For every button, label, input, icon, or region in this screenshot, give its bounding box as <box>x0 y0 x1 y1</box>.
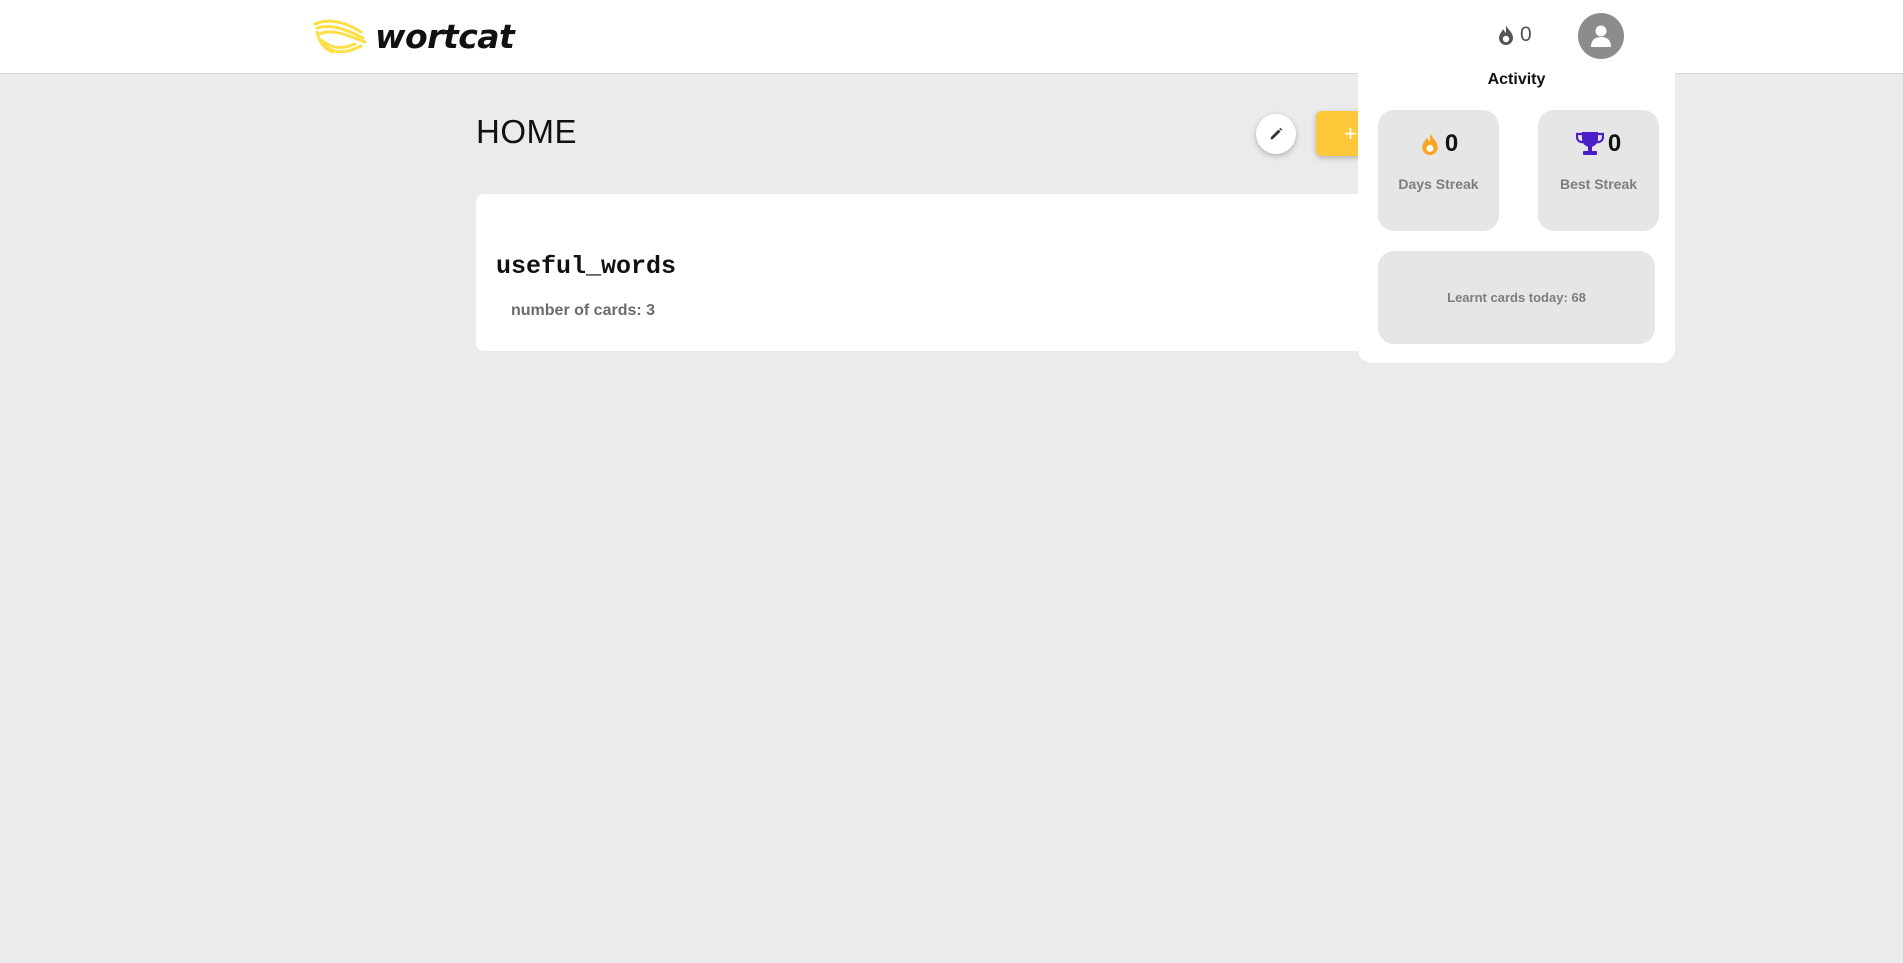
logo-scribble-icon <box>313 19 367 54</box>
streak-count: 0 <box>1520 23 1532 46</box>
days-streak-card: 0 Days Streak <box>1378 110 1499 231</box>
pencil-icon <box>1270 127 1283 140</box>
fire-icon <box>1422 133 1438 155</box>
activity-dropdown: Activity 0 Days Streak 0 Best Streak Lea… <box>1358 64 1675 363</box>
top-navbar: wortcat 0 <box>0 0 1903 74</box>
activity-title: Activity <box>1487 71 1546 88</box>
best-streak-value: 0 <box>1607 130 1622 157</box>
learnt-today-text: Learnt cards today: 68 <box>1447 290 1586 305</box>
best-streak-label: Best Streak <box>1559 176 1638 192</box>
learnt-today-card: Learnt cards today: 68 <box>1378 251 1655 344</box>
days-streak-value: 0 <box>1444 130 1459 157</box>
user-icon <box>1591 25 1611 47</box>
deck-card-count: number of cards: 3 <box>511 302 656 319</box>
fire-icon <box>1499 25 1513 45</box>
page-title: HOME <box>476 113 577 150</box>
logo-text: wortcat <box>375 16 515 56</box>
logo[interactable]: wortcat <box>311 14 515 58</box>
streak-indicator[interactable]: 0 <box>1496 22 1532 48</box>
deck-card[interactable]: useful_words number of cards: 3 <box>476 194 1470 351</box>
user-avatar-button[interactable] <box>1578 13 1624 59</box>
edit-button[interactable] <box>1256 114 1296 154</box>
trophy-icon <box>1575 132 1604 155</box>
days-streak-label: Days Streak <box>1398 176 1479 192</box>
deck-name: useful_words <box>496 252 677 281</box>
best-streak-card: 0 Best Streak <box>1538 110 1659 231</box>
